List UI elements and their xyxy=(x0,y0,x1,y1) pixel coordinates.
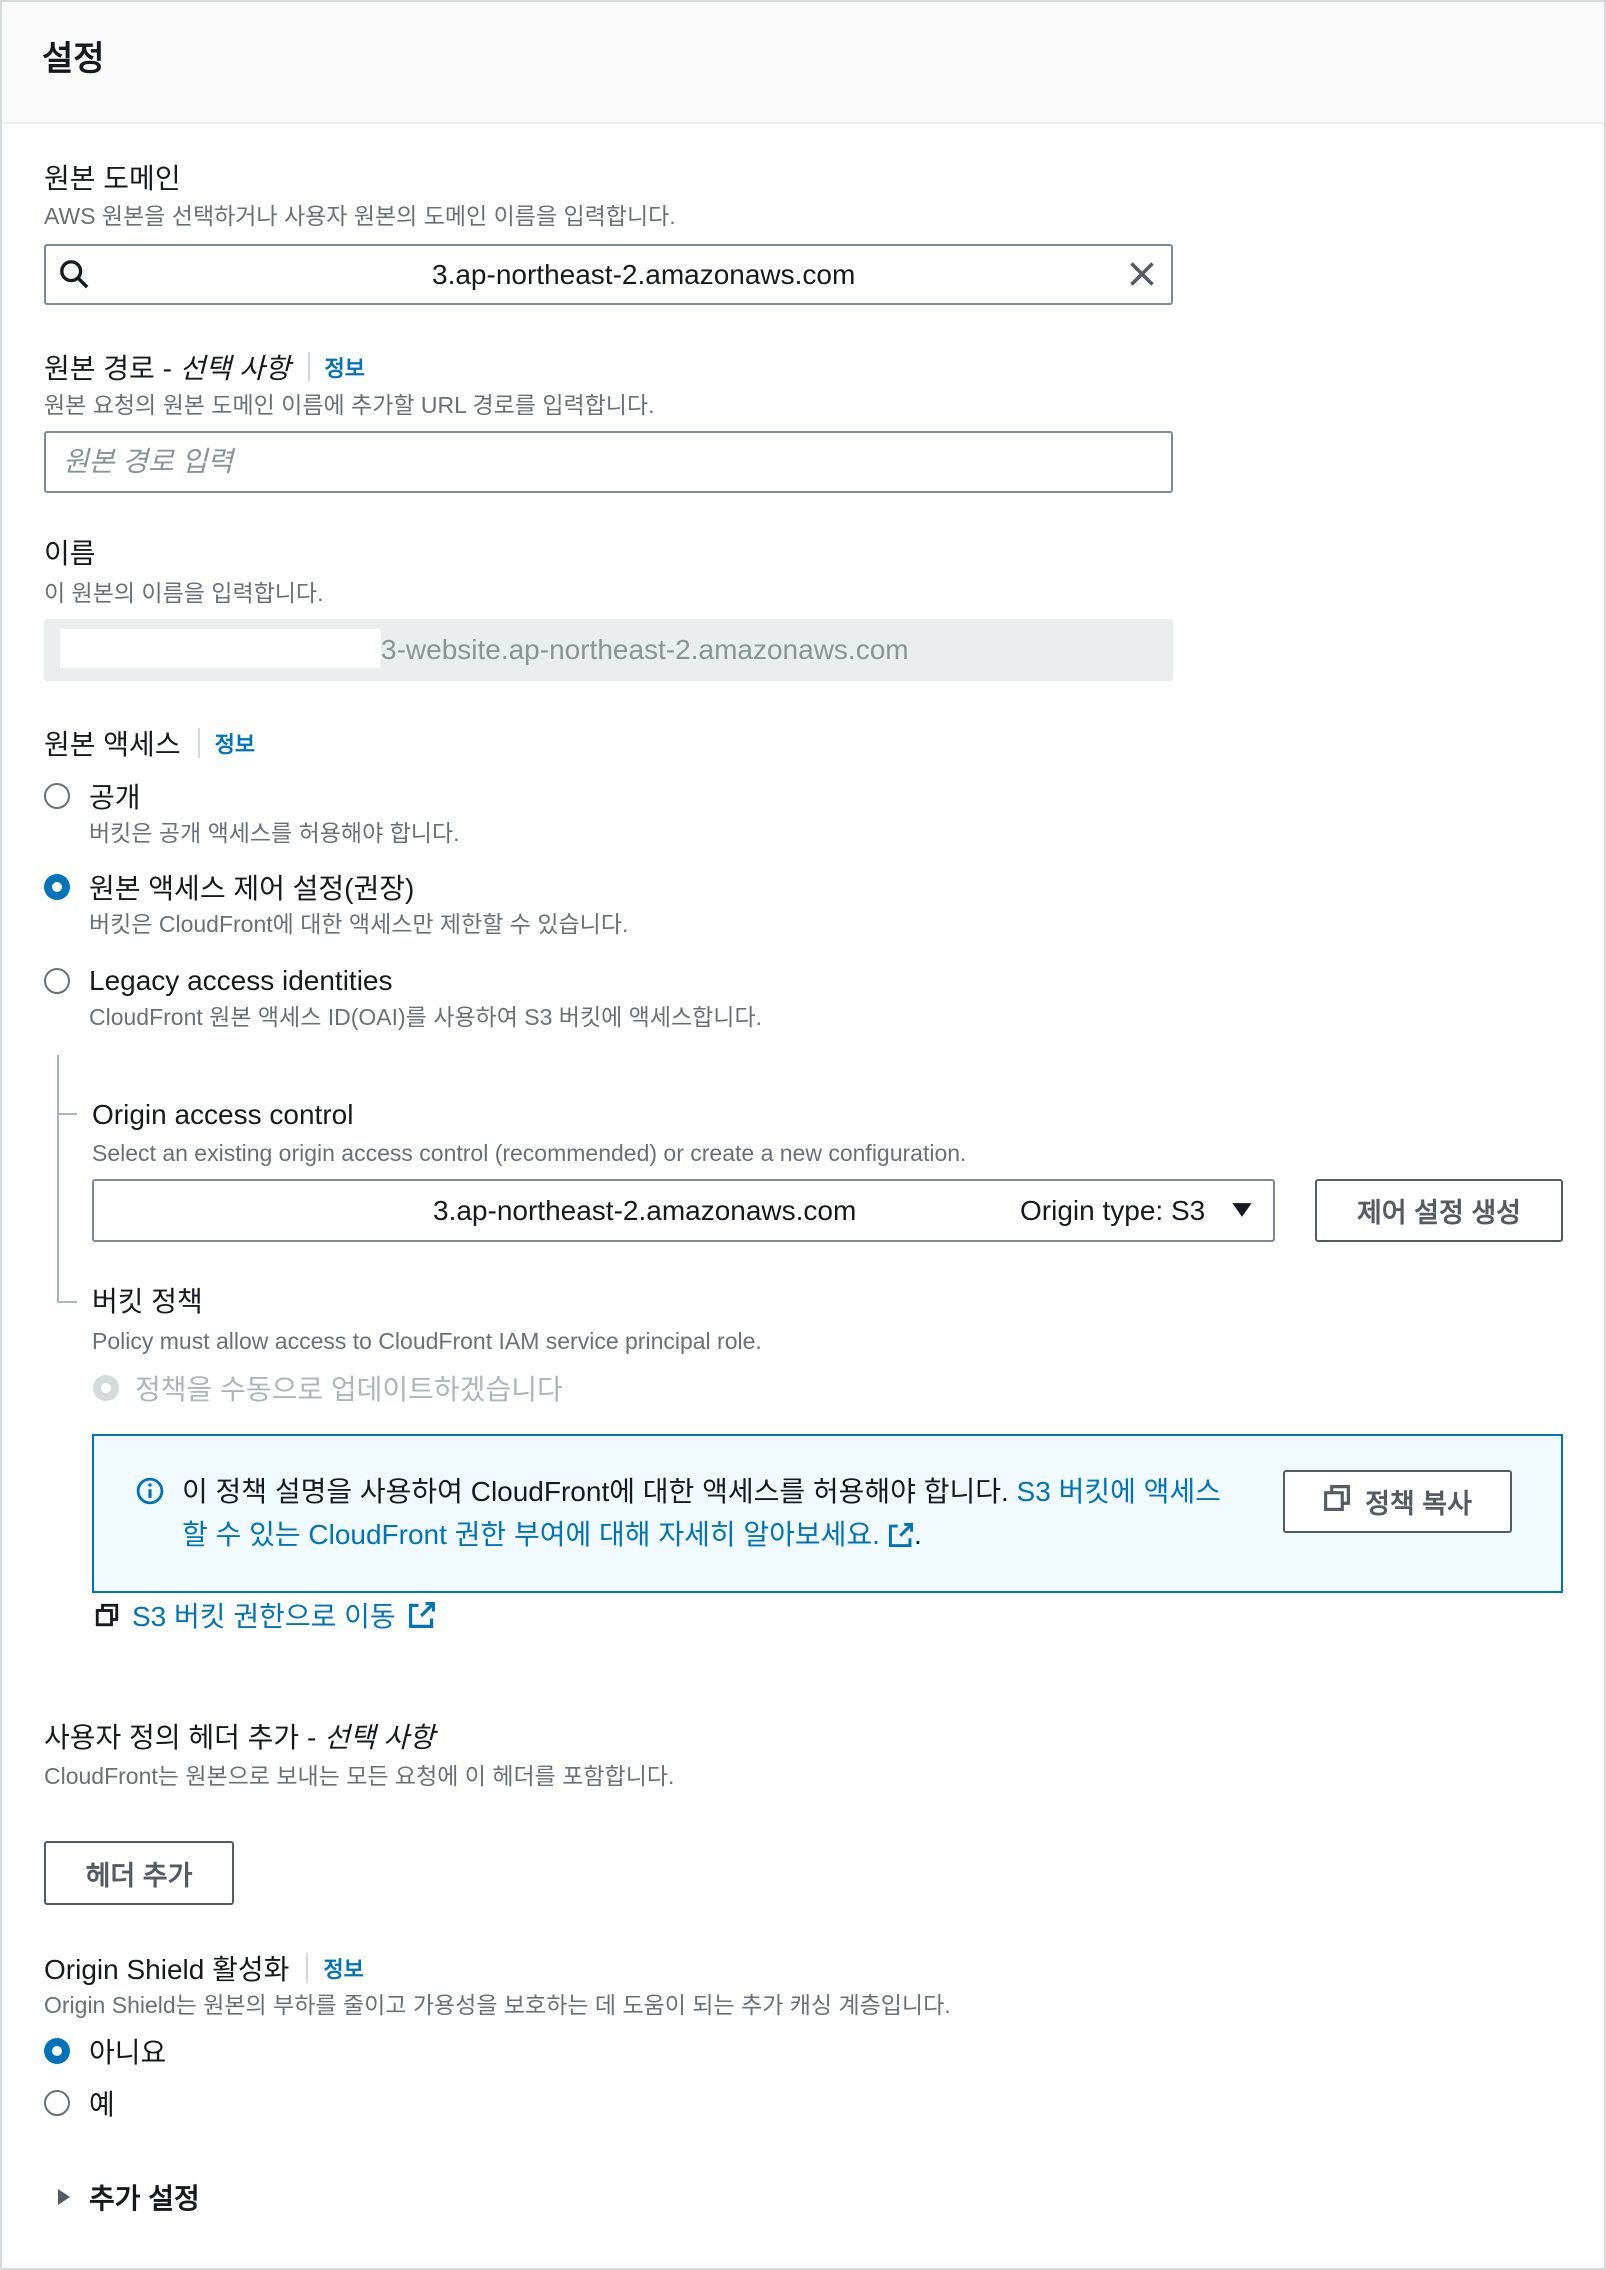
expander-label: 추가 설정 xyxy=(89,2183,200,2214)
origin-access-control-select[interactable]: 3.ap-northeast-2.amazonaws.com Origin ty… xyxy=(92,1179,1275,1242)
button-label: 헤더 추가 xyxy=(85,1860,193,1891)
origin-access-label-row: 원본 액세스 정보 xyxy=(44,725,255,761)
external-link-icon xyxy=(408,1601,436,1629)
origin-access-control-description: Select an existing origin access control… xyxy=(92,1140,967,1166)
copy-policy-button[interactable]: 정책 복사 xyxy=(1283,1470,1512,1533)
redacted-region xyxy=(60,629,381,668)
radio-button[interactable] xyxy=(44,2090,70,2116)
radio-origin-shield-no[interactable]: 아니요 xyxy=(44,2033,166,2069)
optional-tag: 선택 사항 xyxy=(179,353,291,384)
info-icon xyxy=(136,1477,164,1510)
label-divider xyxy=(197,728,200,758)
radio-label: Legacy access identities xyxy=(89,965,393,996)
origin-path-label-row: 원본 경로 - 선택 사항 정보 xyxy=(44,349,365,385)
radio-label: 정책을 수동으로 업데이트하겠습니다 xyxy=(135,1374,563,1405)
origin-access-label: 원본 액세스 xyxy=(44,729,181,760)
radio-description: 버킷은 CloudFront에 대한 액세스만 제한할 수 있습니다. xyxy=(89,911,629,937)
origin-shield-description: Origin Shield는 원본의 부하를 줄이고 가용성을 보호하는 데 도… xyxy=(44,1992,951,2018)
panel-header: 설정 xyxy=(2,2,1604,124)
origin-domain-input[interactable] xyxy=(46,246,1171,303)
origin-path-description: 원본 요청의 원본 도메인 이름에 추가할 URL 경로를 입력합니다. xyxy=(44,392,655,418)
alert-message: 이 정책 설명을 사용하여 CloudFront에 대한 액세스를 허용해야 합… xyxy=(182,1470,1244,1560)
radio-button[interactable] xyxy=(44,968,70,994)
button-label: 제어 설정 생성 xyxy=(1356,1198,1522,1228)
origin-path-info-link[interactable]: 정보 xyxy=(325,351,365,383)
label-divider xyxy=(306,1953,309,1983)
optional-tag: 선택 사항 xyxy=(324,1722,435,1753)
copy-icon xyxy=(1323,1484,1351,1519)
radio-description: 버킷은 공개 액세스를 허용해야 합니다. xyxy=(89,820,460,846)
go-to-bucket-permissions-link[interactable]: S3 버킷 권한으로 이동 xyxy=(92,1597,436,1633)
info-alert: 이 정책 설명을 사용하여 CloudFront에 대한 액세스를 허용해야 합… xyxy=(92,1434,1563,1593)
origin-shield-info-link[interactable]: 정보 xyxy=(323,1952,363,1984)
custom-headers-description: CloudFront는 원본으로 보내는 모든 요청에 이 헤더를 포함합니다. xyxy=(44,1763,675,1789)
origin-path-input[interactable] xyxy=(46,433,1171,491)
origin-path-label-text: 원본 경로 - xyxy=(44,353,180,384)
radio-manual-policy-update: 정책을 수동으로 업데이트하겠습니다 xyxy=(93,1370,563,1406)
button-label: 정책 복사 xyxy=(1365,1489,1472,1519)
custom-headers-label: 사용자 정의 헤더 추가 - 선택 사항 xyxy=(44,1720,435,1756)
origin-domain-description: AWS 원본을 선택하거나 사용자 원본의 도메인 이름을 입력합니다. xyxy=(44,203,676,229)
radio-origin-access-control[interactable]: 원본 액세스 제어 설정(권장) xyxy=(44,869,414,905)
origin-access-info-link[interactable]: 정보 xyxy=(215,727,255,759)
bucket-policy-label: 버킷 정책 xyxy=(92,1286,203,1317)
external-link-icon xyxy=(888,1517,914,1560)
radio-description: CloudFront 원본 액세스 ID(OAI)를 사용하여 S3 버킷에 액… xyxy=(89,1004,763,1030)
radio-label: 아니요 xyxy=(89,2037,167,2068)
radio-label: 예 xyxy=(89,2089,115,2120)
radio-label: 원본 액세스 제어 설정(권장) xyxy=(89,873,415,904)
copy-icon xyxy=(95,1603,119,1627)
name-label: 이름 xyxy=(44,538,96,569)
close-icon[interactable] xyxy=(1128,260,1156,293)
radio-label: 공개 xyxy=(89,782,141,813)
radio-button[interactable] xyxy=(44,783,70,809)
search-icon xyxy=(59,259,89,294)
add-header-button[interactable]: 헤더 추가 xyxy=(44,1841,234,1905)
radio-button[interactable] xyxy=(44,874,70,900)
panel-title: 설정 xyxy=(42,40,105,78)
origin-path-label: 원본 경로 - 선택 사항 xyxy=(44,347,291,387)
caret-right-icon xyxy=(56,2188,72,2206)
tree-branch xyxy=(57,1113,77,1115)
alert-suffix: . xyxy=(913,1519,922,1550)
create-control-setting-button[interactable]: 제어 설정 생성 xyxy=(1315,1179,1563,1242)
radio-origin-access-public[interactable]: 공개 xyxy=(44,778,141,814)
caret-down-icon xyxy=(1231,1199,1253,1226)
origin-shield-label: Origin Shield 활성화 xyxy=(44,1954,290,1985)
origin-domain-label: 원본 도메인 xyxy=(44,163,181,194)
origin-shield-label-row: Origin Shield 활성화 정보 xyxy=(44,1950,364,1986)
custom-headers-label-text: 사용자 정의 헤더 추가 - xyxy=(44,1722,325,1753)
radio-button xyxy=(93,1375,119,1401)
radio-legacy-access-identities[interactable]: Legacy access identities xyxy=(44,963,393,999)
origin-settings-panel: 설정 원본 도메인 AWS 원본을 선택하거나 사용자 원본의 도메인 이름을 … xyxy=(0,0,1606,2270)
label-divider xyxy=(307,352,310,382)
bucket-policy-description: Policy must allow access to CloudFront I… xyxy=(92,1328,762,1354)
alert-text: 이 정책 설명을 사용하여 CloudFront에 대한 액세스를 허용해야 합… xyxy=(182,1476,1017,1507)
origin-path-field xyxy=(44,431,1173,493)
bucket-permissions-link-text[interactable]: S3 버킷 권한으로 이동 xyxy=(132,1595,396,1635)
origin-access-control-label: Origin access control xyxy=(92,1099,354,1130)
radio-button[interactable] xyxy=(44,2038,70,2064)
origin-domain-field xyxy=(44,244,1173,305)
name-description: 이 원본의 이름을 입력합니다. xyxy=(44,580,324,606)
tree-line xyxy=(57,1055,59,1303)
select-value: 3.ap-northeast-2.amazonaws.com xyxy=(433,1195,857,1226)
select-meta: Origin type: S3 xyxy=(1020,1195,1206,1226)
radio-origin-shield-yes[interactable]: 예 xyxy=(44,2085,115,2121)
additional-settings-expander[interactable]: 추가 설정 xyxy=(56,2179,200,2215)
tree-branch xyxy=(57,1301,77,1303)
